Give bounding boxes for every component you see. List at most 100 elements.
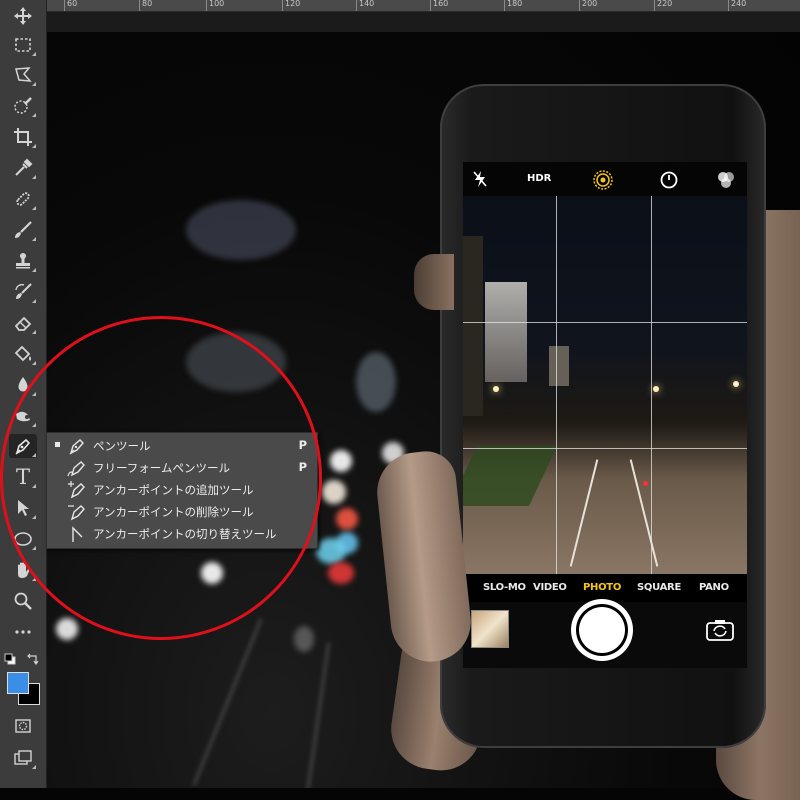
quick-selection-icon [14,97,32,114]
foreground-color-swatch[interactable] [7,672,29,694]
blur-tool[interactable] [9,373,37,397]
building [485,282,527,382]
menu-item-add-anchor-point-tool[interactable]: アンカーポイントの追加ツール [47,479,317,501]
zoom-tool[interactable] [9,589,37,613]
ruler-tick [356,0,357,11]
submenu-indicator [32,484,36,488]
pen-tool-flyout-menu: ペンツール P フリーフォームペンツール P アンカーポイントの追加ツール アン… [46,432,318,549]
edit-toolbar-button[interactable] [9,620,37,644]
healing-brush-icon [16,192,30,206]
eyedropper-tool[interactable] [9,156,37,180]
submenu-indicator [32,268,36,272]
healing-brush-tool[interactable] [9,187,37,211]
camera-mode-selector[interactable]: SLO-MO VIDEO PHOTO SQUARE PANO [463,574,747,602]
submenu-indicator [32,330,36,334]
freeform-pen-icon [67,461,85,477]
menu-item-label: アンカーポイントの追加ツール [93,483,254,497]
ruler-tick [579,0,580,11]
bokeh-light [56,618,78,640]
ruler-tick [282,0,283,11]
ellipse-tool[interactable] [9,527,37,551]
submenu-indicator [32,237,36,241]
eraser-icon [14,316,32,331]
path-selection-icon [18,500,29,516]
history-brush-icon [15,283,32,299]
ruler-label: 240 [731,0,747,8]
street-light [653,386,659,392]
switch-camera-icon[interactable] [705,618,735,642]
brush-tool[interactable] [9,218,37,242]
mode-photo[interactable]: PHOTO [583,582,621,593]
move-tool[interactable] [9,4,37,28]
brush-icon [15,221,32,238]
path-selection-tool[interactable] [9,496,37,520]
selected-indicator [55,442,60,447]
camera-viewfinder [463,196,747,574]
default-colors-button[interactable] [4,650,16,665]
submenu-indicator [32,175,36,179]
swap-colors-icon [27,653,39,666]
eraser-tool[interactable] [9,311,37,335]
marquee-tool[interactable] [9,33,37,57]
mode-square[interactable]: SQUARE [637,582,681,593]
type-tool[interactable]: T [9,465,37,489]
hdr-label: HDR [527,173,552,184]
bokeh-light [186,200,296,260]
mode-video[interactable]: VIDEO [533,582,567,593]
mode-slo-mo[interactable]: SLO-MO [483,582,526,593]
bokeh-light [336,508,358,530]
menu-item-delete-anchor-point-tool[interactable]: アンカーポイントの削除ツール [47,501,317,523]
submenu-indicator [32,52,36,56]
ruler-label: 180 [507,0,523,8]
shutter-button[interactable] [576,604,628,656]
marquee-icon [15,38,31,52]
default-colors-icon [4,653,16,665]
lane-marking [629,459,659,567]
lasso-tool[interactable] [9,63,37,87]
ruler-tick [64,0,65,11]
menu-item-shortcut: P [298,438,307,452]
ruler-label: 160 [433,0,449,8]
camera-top-bar: HDR [463,162,747,196]
median-greenery [463,446,557,506]
screen-mode-button[interactable] [9,746,37,770]
quick-mask-button[interactable] [9,714,37,738]
road-line [192,617,263,787]
submenu-indicator [32,515,36,519]
submenu-indicator [32,546,36,550]
quick-selection-tool[interactable] [9,94,37,118]
swap-colors-button[interactable] [26,650,40,666]
menu-item-freeform-pen-tool[interactable]: フリーフォームペンツール P [47,457,317,479]
hand-tool[interactable] [9,558,37,582]
bokeh-light [328,562,354,584]
canvas-top-area [46,12,800,32]
history-brush-tool[interactable] [9,280,37,304]
crop-tool[interactable] [9,125,37,149]
paint-bucket-icon [14,345,31,362]
clone-stamp-tool[interactable] [9,249,37,273]
bokeh-light [330,450,352,472]
bokeh-light [356,352,396,412]
pen-tool[interactable] [9,434,37,458]
add-anchor-point-icon [68,481,85,499]
menu-item-convert-point-tool[interactable]: アンカーポイントの切り替えツール [47,523,317,545]
grid-line [556,196,557,574]
last-photo-thumbnail[interactable] [471,610,509,648]
mode-pano[interactable]: PANO [699,582,729,593]
menu-item-label: フリーフォームペンツール [93,461,230,475]
pen-icon [15,438,31,455]
phone-camera-screen: HDR SLO-MO VIDEO PHOTO SQUARE PANO [463,162,747,668]
ruler-label: 100 [209,0,225,8]
ruler-tick [654,0,655,11]
move-icon [14,7,32,25]
ruler-label: 220 [657,0,673,8]
menu-item-pen-tool[interactable]: ペンツール P [47,435,317,457]
street-light [733,381,739,387]
paint-bucket-tool[interactable] [9,342,37,366]
bokeh-light [316,538,346,564]
ruler-tick [206,0,207,11]
crop-icon [14,128,32,146]
dodge-tool[interactable] [9,404,37,428]
pen-icon [69,439,84,455]
delete-anchor-point-icon [68,505,85,521]
